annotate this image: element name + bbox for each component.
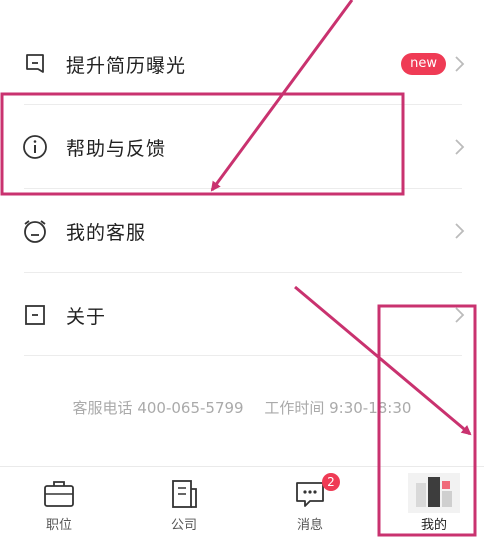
- menu-item-label: 帮助与反馈: [66, 137, 167, 160]
- bottom-tab-bar: 职位 公司 2 消息 我的: [0, 466, 484, 541]
- briefcase-icon: [44, 481, 74, 507]
- tab-jobs[interactable]: 职位: [11, 467, 107, 541]
- bookmark-icon: [22, 51, 48, 77]
- new-badge: new: [401, 53, 446, 75]
- unread-count-badge: 2: [322, 473, 340, 491]
- tab-profile[interactable]: 我的: [386, 467, 482, 541]
- chevron-right-icon: [455, 223, 465, 239]
- building-icon: [172, 480, 197, 508]
- contact-info: 客服电话 400-065-5799 工作时间 9:30-18:30: [0, 397, 484, 418]
- menu-item-boost-resume[interactable]: 提升简历曝光 new: [0, 22, 484, 106]
- menu-item-label: 我的客服: [66, 221, 147, 244]
- service-hours: 工作时间 9:30-18:30: [264, 399, 412, 417]
- tab-label: 我的: [420, 518, 447, 533]
- tab-companies[interactable]: 公司: [136, 467, 232, 541]
- menu-item-about[interactable]: 关于: [0, 273, 484, 357]
- tab-label: 消息: [296, 518, 323, 533]
- chevron-right-icon: [455, 307, 465, 323]
- tab-label: 职位: [45, 518, 72, 533]
- info-circle-icon: [22, 134, 48, 160]
- menu-item-label: 关于: [66, 305, 107, 328]
- avatar-icon: [408, 473, 460, 513]
- menu-item-label: 提升简历曝光: [66, 54, 187, 77]
- alarm-clock-icon: [22, 218, 48, 244]
- menu-item-help-feedback[interactable]: 帮助与反馈: [0, 105, 484, 189]
- tab-label: 公司: [170, 518, 197, 533]
- menu-item-customer-service[interactable]: 我的客服: [0, 189, 484, 273]
- divider: [24, 355, 462, 356]
- chevron-right-icon: [455, 139, 465, 155]
- chevron-right-icon: [455, 56, 465, 72]
- about-square-icon: [22, 302, 48, 328]
- service-phone[interactable]: 客服电话 400-065-5799: [73, 399, 244, 417]
- tab-messages[interactable]: 2 消息: [262, 467, 358, 541]
